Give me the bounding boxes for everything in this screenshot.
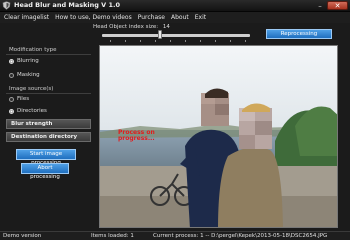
slider-tick	[230, 40, 231, 42]
radio-selected-icon	[9, 108, 14, 114]
radio-directories[interactable]: Directories	[9, 108, 47, 114]
slider-tick	[185, 40, 186, 42]
menu-purchase[interactable]: Purchase	[138, 14, 165, 21]
slider-tick	[125, 40, 126, 42]
slider-tick	[170, 40, 171, 42]
head-size-slider-thumb[interactable]	[158, 30, 162, 39]
slider-tick	[140, 40, 141, 42]
radio-directories-label: Directories	[17, 108, 47, 114]
head-size-label-text: Head Object index size:	[93, 24, 159, 30]
minimize-icon: –	[318, 1, 322, 10]
overlay-line-2: progress...	[118, 135, 155, 142]
radio-files-label: Files	[17, 96, 30, 102]
radio-blurring[interactable]: Blurring	[9, 58, 39, 64]
status-current-process: Current process: 1 -- D:\pergel\Kepek\20…	[153, 233, 328, 239]
status-version: Demo version	[3, 233, 42, 239]
radio-masking[interactable]: Masking	[9, 72, 40, 78]
close-icon: ✕	[334, 1, 341, 10]
slider-tick	[155, 40, 156, 42]
radio-blurring-label: Blurring	[17, 58, 39, 64]
radio-files[interactable]: Files	[9, 96, 29, 102]
radio-unselected-icon	[9, 72, 14, 78]
radio-selected-icon	[9, 58, 14, 64]
destination-directory-section[interactable]: Destination directory	[6, 132, 91, 142]
radio-masking-label: Masking	[17, 72, 40, 78]
slider-tick	[200, 40, 201, 42]
divider	[6, 54, 91, 55]
status-bar: Demo version Items loaded: 1 Current pro…	[0, 231, 350, 240]
image-preview: Process on progress...	[99, 45, 338, 228]
title-bar: Head Blur and Masking V 1.0 – ✕	[0, 0, 350, 12]
menu-bar: Clear imagelist How to use, Demo videos …	[0, 12, 350, 23]
image-source-label: Image source(s)	[9, 86, 54, 92]
head-size-value: 14	[162, 24, 170, 30]
minimize-button[interactable]: –	[314, 1, 326, 10]
divider	[6, 93, 91, 94]
reprocessing-button[interactable]: Reprocessing	[266, 29, 332, 39]
slider-tick	[215, 40, 216, 42]
control-panel: Modification type Blurring Masking Image…	[3, 23, 91, 231]
menu-clear-imagelist[interactable]: Clear imagelist	[4, 14, 49, 21]
abort-processing-button[interactable]: Abort processing	[21, 163, 69, 180]
head-size-slider-track[interactable]	[102, 34, 250, 37]
window-title: Head Blur and Masking V 1.0	[14, 1, 120, 9]
close-button[interactable]: ✕	[327, 1, 348, 10]
slider-tick	[110, 40, 111, 42]
modification-type-label: Modification type	[9, 47, 57, 53]
blur-strength-section[interactable]: Blur strength	[6, 119, 91, 129]
shield-app-icon	[2, 1, 11, 10]
processing-overlay-text: Process on progress...	[118, 130, 155, 142]
status-items-loaded: Items loaded: 1	[91, 233, 134, 239]
slider-tick	[245, 40, 246, 42]
menu-exit[interactable]: Exit	[195, 14, 206, 21]
start-processing-button[interactable]: Start image processing	[16, 149, 76, 166]
menu-about[interactable]: About	[171, 14, 189, 21]
radio-unselected-icon	[9, 96, 14, 102]
menu-how-to-use[interactable]: How to use, Demo videos	[55, 14, 132, 21]
